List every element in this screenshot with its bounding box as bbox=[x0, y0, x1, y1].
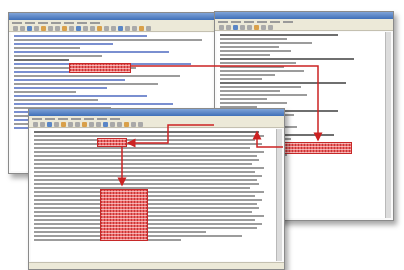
annotation-arrows bbox=[117, 65, 323, 187]
arrow-detail-to-log bbox=[126, 124, 214, 148]
arrow-source-to-detail bbox=[130, 65, 323, 142]
arrow-value-to-field bbox=[252, 130, 283, 148]
